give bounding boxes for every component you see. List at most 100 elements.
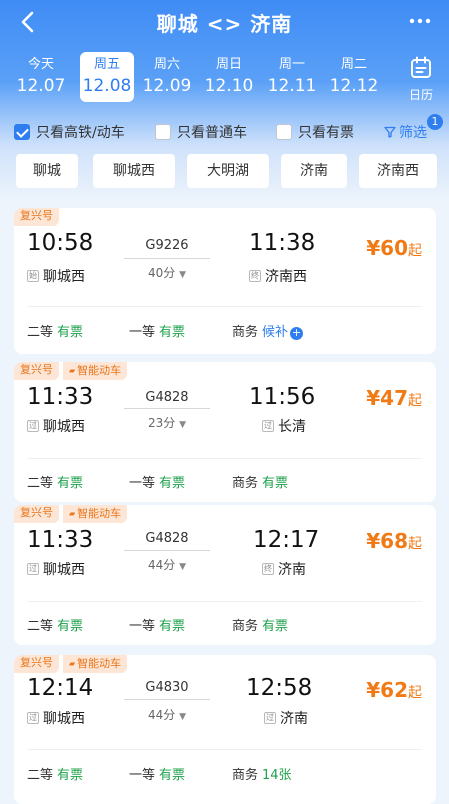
funnel-icon [384,126,396,138]
smart-emu-tag: ▰ 智能动车 [63,505,128,523]
station-filter-row: 聊城 聊城西 大明湖 济南 济南西 [0,154,449,190]
divider [28,306,422,307]
arrival-station: 过 济南 [264,708,308,728]
date-tab-0[interactable]: 今天 12.07 [14,52,68,102]
fuxing-tag: 复兴号 [14,362,59,380]
filter-gaotie-label: 只看高铁/动车 [36,125,125,141]
train-card[interactable]: 复兴号 ▰ 智能动车 12:14 过 聊城西 G4830 44分 ▼ 12:58 … [14,655,436,804]
date-day: 12.07 [16,76,66,96]
seat-business-class: 商务 候补 + [232,321,304,340]
arrival-time: 12:17 [253,527,320,553]
seat-name: 二等 [27,619,54,634]
seat-first-class: 一等 有票 [129,321,185,340]
price-value: 60 [380,236,408,260]
departure-station-name: 聊城西 [43,562,85,578]
price-suffix: 起 [408,243,422,259]
fuxing-tag: 复兴号 [14,655,59,673]
price-symbol: ¥ [366,236,381,260]
date-tab-2[interactable]: 周六 12.09 [140,52,194,102]
seat-status: 有票 [159,476,186,491]
train-card[interactable]: 复兴号 ▰ 智能动车 11:33 过 聊城西 G4828 44分 ▼ 12:17 … [14,505,436,645]
seat-status: 14张 [262,768,292,783]
train-card[interactable]: 复兴号 10:58 始 聊城西 G9226 40分 ▼ 11:38 终 济南西 … [14,208,436,354]
train-tags: 复兴号 ▰ 智能动车 [14,505,128,523]
seat-first-class: 一等 有票 [129,615,185,634]
seat-status: 有票 [159,325,186,340]
date-tab-4[interactable]: 周一 12.11 [265,52,319,102]
price-value: 62 [380,678,408,702]
seat-business-class: 商务 有票 [232,472,288,491]
seat-status: 有票 [159,619,186,634]
seat-status: 有票 [57,325,84,340]
calendar-button[interactable]: 日历 [401,52,441,102]
station-chip-liaochengxi[interactable]: 聊城西 [93,154,175,188]
price-value: 68 [380,529,408,553]
caret-down-icon: ▼ [179,420,187,430]
price: ¥47起 [366,386,422,410]
duration: 23分 ▼ [124,414,210,431]
date-weekday: 周日 [215,57,242,72]
divider [28,749,422,750]
price-suffix: 起 [408,536,422,552]
date-day: 12.12 [329,76,379,96]
date-selector: 今天 12.07 周五 12.08 周六 12.09 周日 12.10 周一 1… [0,52,449,102]
seat-business-class: 商务 14张 [232,764,292,783]
filter-putong-label: 只看普通车 [177,125,247,141]
duration-text: 44分 [147,558,176,572]
station-chip-liaocheng[interactable]: 聊城 [16,154,78,188]
station-chip-daminghu[interactable]: 大明湖 [187,154,269,188]
filter-putong-checkbox[interactable]: 只看普通车 [155,122,247,142]
seat-name: 商务 [232,619,259,634]
station-chip-jinanxi[interactable]: 济南西 [359,154,437,188]
arrival-station: 过 长清 [262,416,306,436]
seat-status-waitlist[interactable]: 候补 [262,325,288,340]
departure-station: 过 聊城西 [27,708,85,728]
seat-second-class: 二等 有票 [27,321,83,340]
price-symbol: ¥ [366,529,381,553]
train-icon: ▰ [69,509,76,518]
price: ¥68起 [366,529,422,553]
date-day: 12.11 [267,76,317,96]
plus-icon[interactable]: + [290,327,304,340]
date-tab-5[interactable]: 周二 12.12 [327,52,381,102]
caret-down-icon: ▼ [179,712,187,722]
duration-text: 40分 [147,266,176,280]
departure-station-name: 聊城西 [43,269,85,285]
route-line [124,258,210,259]
departure-time: 10:58 [27,230,94,256]
date-tab-3[interactable]: 周日 12.10 [202,52,256,102]
train-card[interactable]: 复兴号 ▰ 智能动车 11:33 过 聊城西 G4828 23分 ▼ 11:56 … [14,362,436,502]
filter-youpiao-checkbox[interactable]: 只看有票 [276,122,354,142]
route-line [124,550,210,551]
screen-filter-label: 筛选 [399,125,427,141]
arrival-time: 12:58 [246,675,313,701]
more-options-icon[interactable] [407,10,433,32]
divider [28,601,422,602]
seat-status: 有票 [159,768,186,783]
duration: 40分 ▼ [124,264,210,281]
pass-marker: 过 [27,712,39,724]
price-symbol: ¥ [366,386,381,410]
train-tags: 复兴号 ▰ 智能动车 [14,362,128,380]
screen-filter-button[interactable]: 筛选 [384,122,427,142]
arrival-time: 11:38 [249,230,316,256]
calendar-label: 日历 [408,88,433,102]
fuxing-tag: 复兴号 [14,505,59,523]
station-chip-jinan[interactable]: 济南 [281,154,347,188]
seat-status: 有票 [262,476,289,491]
seat-second-class: 二等 有票 [27,472,83,491]
caret-down-icon: ▼ [179,270,187,280]
seat-name: 商务 [232,768,259,783]
departure-station: 始 聊城西 [27,266,85,286]
departure-time: 11:33 [27,527,94,553]
fuxing-tag: 复兴号 [14,208,59,226]
price-suffix: 起 [408,393,422,409]
date-tab-selected[interactable]: 周五 12.08 [80,52,134,102]
seat-first-class: 一等 有票 [129,472,185,491]
duration-text: 44分 [147,708,176,722]
train-tags: 复兴号 ▰ 智能动车 [14,655,128,673]
calendar-icon [411,56,431,78]
route-line [124,408,210,409]
arrival-station-name: 济南 [280,711,308,727]
filter-gaotie-checkbox[interactable]: 只看高铁/动车 [14,122,125,142]
